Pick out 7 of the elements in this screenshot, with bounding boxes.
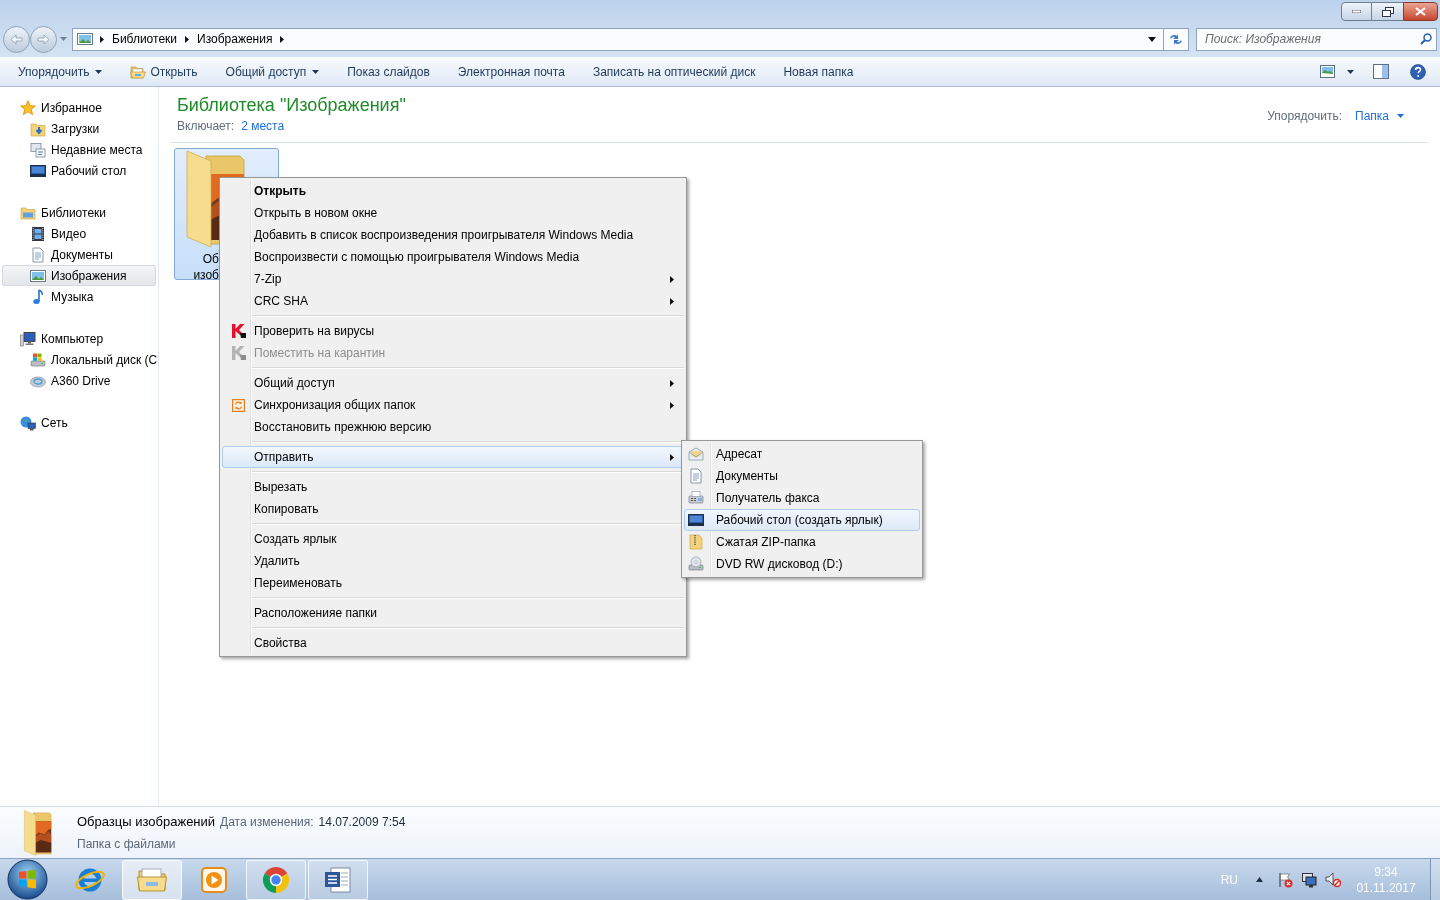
includes-label: Включает: bbox=[177, 118, 235, 135]
file-type: Папка с файлами bbox=[77, 835, 177, 853]
date-label: Дата изменения: bbox=[220, 814, 314, 832]
arrange-label: Упорядочить: bbox=[1267, 107, 1342, 125]
date-value: 14.07.2009 7:54 bbox=[318, 814, 406, 832]
file-name: Образцы изображений bbox=[77, 813, 216, 832]
library-title: Библиотека "Изображения" bbox=[177, 94, 406, 116]
